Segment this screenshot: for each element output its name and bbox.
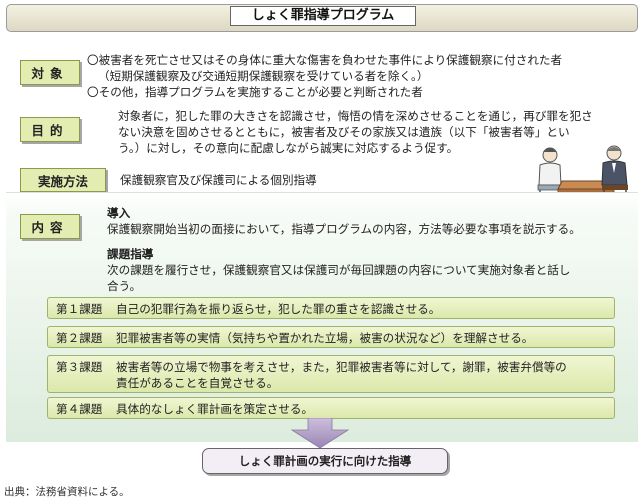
- purpose-line: う。）に対し，その意向に配慮しながら誠実に対応するよう促す。: [118, 141, 459, 155]
- task-4: 第４課題 具体的なしょく罪計画を策定させる。: [47, 397, 615, 419]
- task-number: 第３課題: [56, 360, 103, 374]
- purpose-line: ない決意を固めさせるとともに，被害者及びその家族又は遺族（以下「被害者等」とい: [118, 125, 570, 139]
- label-content: 内容: [20, 214, 80, 239]
- intro-heading: 導入: [107, 206, 131, 220]
- page-title: しょく罪指導プログラム: [230, 6, 416, 26]
- purpose-text: 対象者に，犯した罪の大きさを認識させ，悔悟の情を深めさせることを通じ，再び罪を犯…: [118, 108, 593, 156]
- target-line: 〇その他，指導プログラムを実施することが必要と判断された者: [87, 85, 423, 99]
- target-line: 〇被害者を死亡させ又はその身体に重大な傷害を負わせた事件により保護観察に付された…: [87, 53, 563, 67]
- purpose-line: 対象者に，犯した罪の大きさを認識させ，悔悟の情を深めさせることを通じ，再び罪を犯…: [118, 109, 593, 123]
- task-text: 具体的なしょく罪計画を策定させる。: [116, 402, 314, 416]
- tasks-description: 合う。: [107, 279, 142, 293]
- label-method: 実施方法: [20, 168, 106, 192]
- method-text: 保護観察官及び保護司による個別指導: [120, 173, 317, 187]
- task-3: 第３課題 被害者等の立場で物事を考えさせ，また，犯罪被害者等に対して，謝罪，被害弁…: [47, 355, 615, 393]
- label-purpose: 目的: [20, 117, 80, 142]
- content-text: 導入 保護観察開始当初の面接において，指導プログラムの内容，方法等必要な事項を説…: [107, 205, 581, 294]
- task-number: 第４課題: [56, 402, 103, 416]
- tasks-description: 次の課題を履行させ，保護観察官又は保護司が毎回課題の内容について実施対象者と話し: [107, 263, 571, 277]
- target-line: （短期保護観察及び交通短期保護観察を受けている者を除く。）: [98, 69, 429, 83]
- task-number: 第１課題: [56, 302, 103, 316]
- task-number: 第２課題: [56, 331, 103, 345]
- task-2: 第２課題 犯罪被害者等の実情（気持ちや置かれた立場，被害の状況など）を理解させる。: [47, 326, 615, 348]
- label-target: 対象: [20, 60, 80, 85]
- target-text: 〇被害者を死亡させ又はその身体に重大な傷害を負わせた事件により保護観察に付された…: [87, 52, 562, 100]
- tasks-heading: 課題指導: [107, 247, 154, 261]
- source-note: 出典：法務省資料による。: [4, 486, 130, 498]
- task-1: 第１課題 自己の犯罪行為を振り返らせ，犯した罪の重さを認識させる。: [47, 297, 615, 319]
- task-text: 犯罪被害者等の実情（気持ちや置かれた立場，被害の状況など）を理解させる。: [116, 331, 534, 345]
- task-text: 自己の犯罪行為を振り返らせ，犯した罪の重さを認識させる。: [116, 302, 441, 316]
- intro-text: 保護観察開始当初の面接において，指導プログラムの内容，方法等必要な事項を説示する…: [107, 222, 581, 236]
- result-box: しょく罪計画の実行に向けた指導: [202, 448, 448, 474]
- task-text: 責任があることを自覚させる。: [116, 376, 279, 390]
- task-text: 被害者等の立場で物事を考えさせ，また，犯罪被害者等に対して，謝罪，被害弁償等の: [116, 360, 567, 374]
- down-arrow-icon: [290, 418, 350, 448]
